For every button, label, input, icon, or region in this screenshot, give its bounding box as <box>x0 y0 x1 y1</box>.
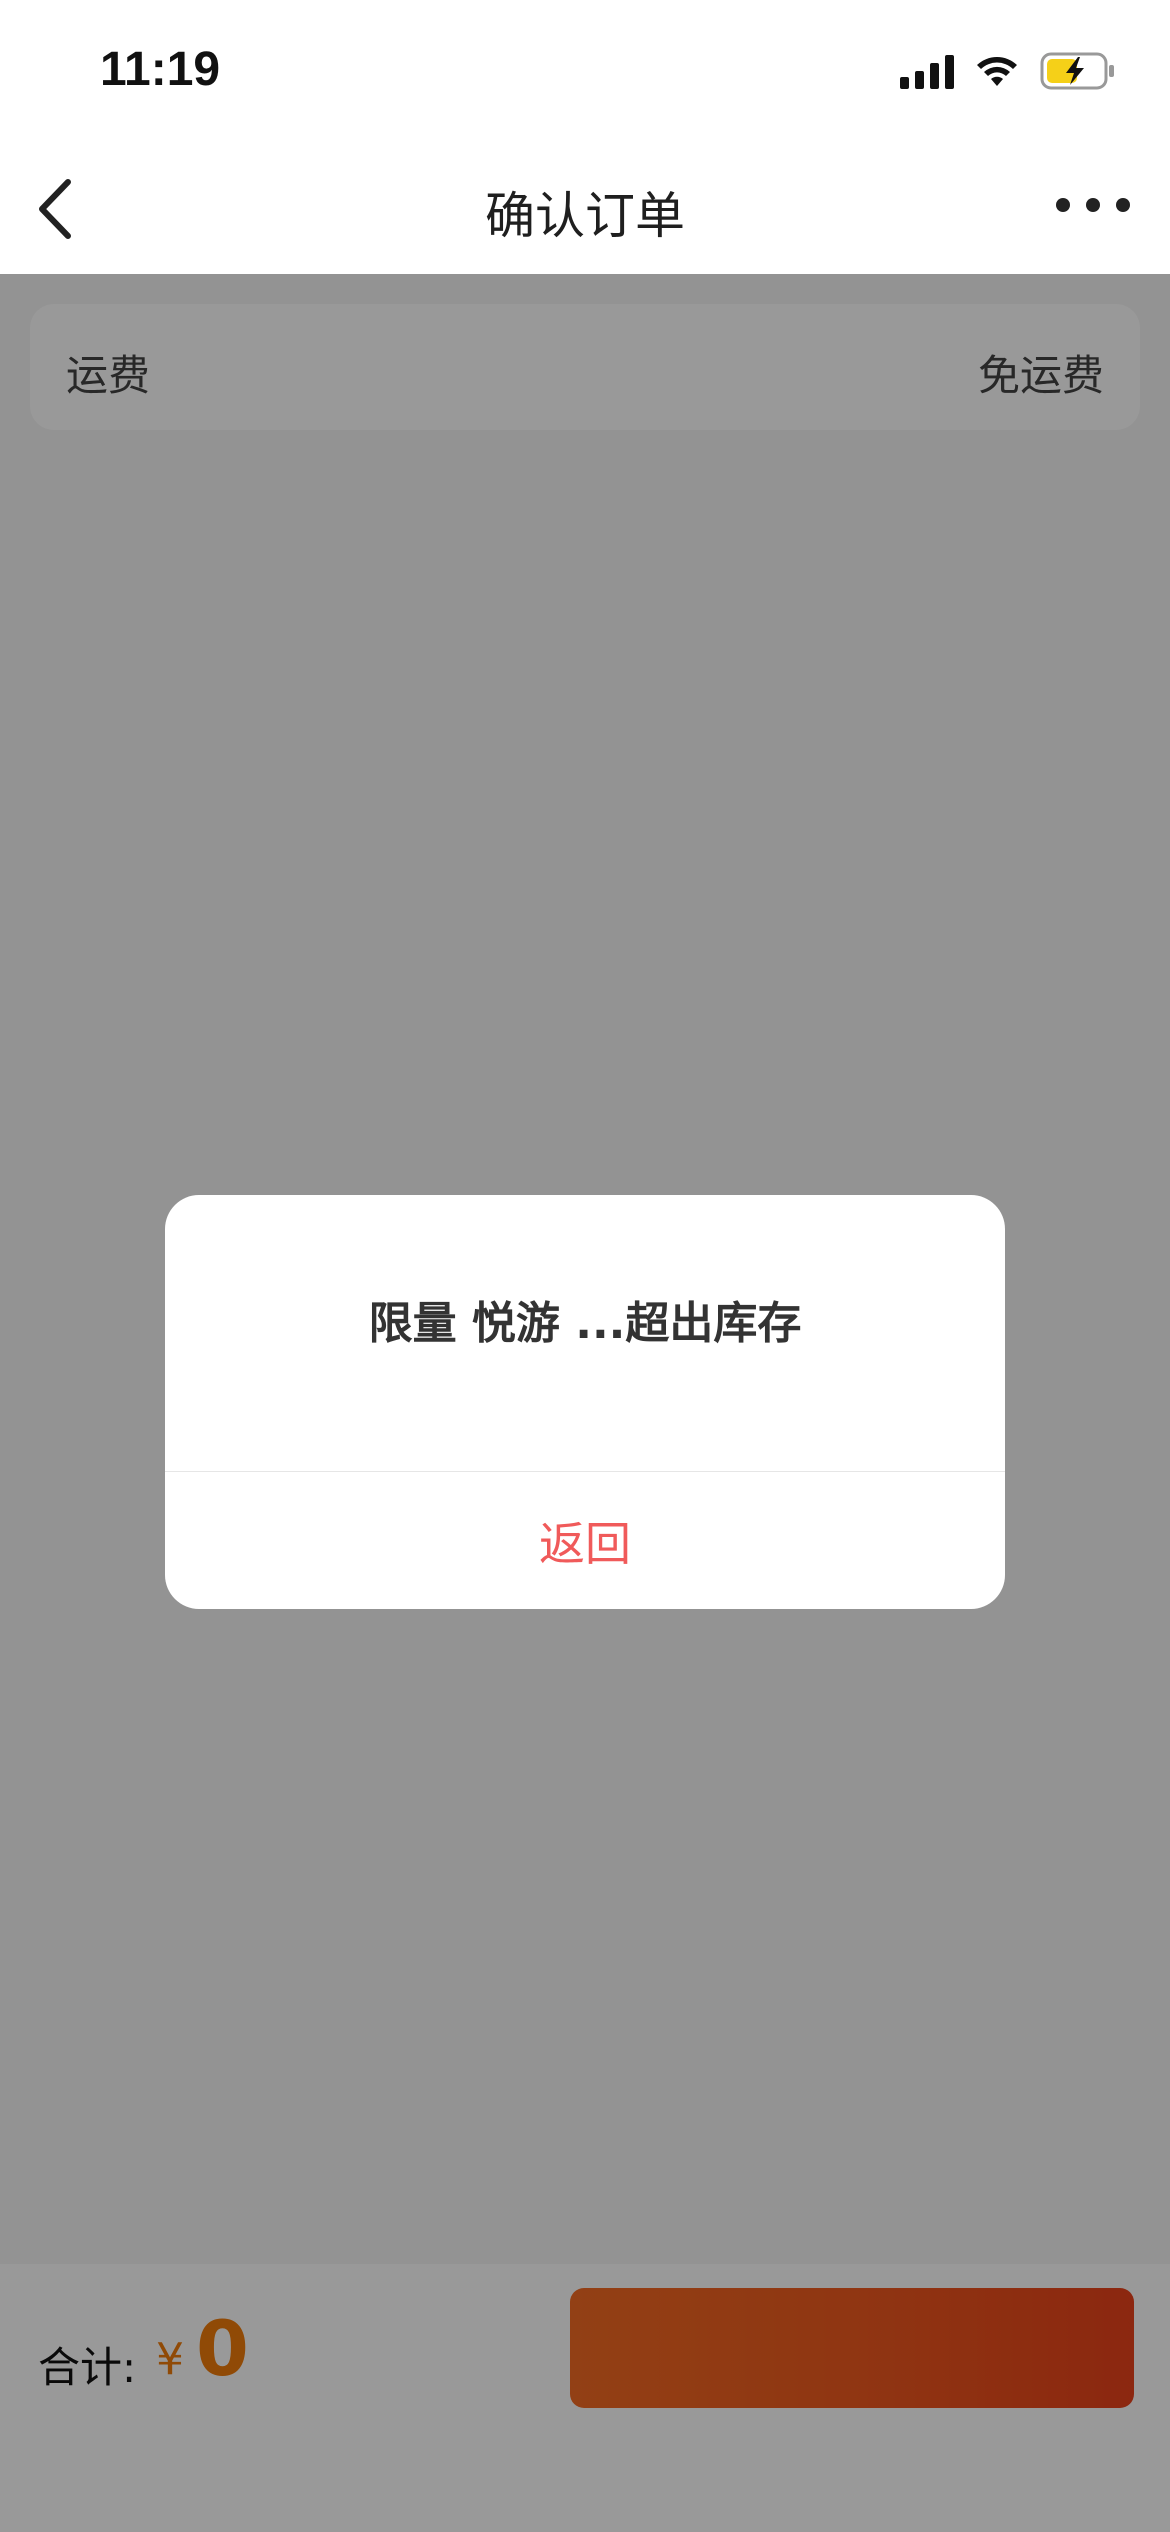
status-bar: 11:19 <box>0 0 1170 140</box>
cellular-signal-icon <box>900 53 954 89</box>
dialog-message: 限量 悦游 ...超出库存 <box>368 1298 802 1349</box>
navigation-bar: 确认订单 <box>0 140 1170 274</box>
more-options-icon[interactable] <box>1056 198 1130 212</box>
status-time: 11:19 <box>100 43 221 96</box>
out-of-stock-dialog: 限量 悦游 ...超出库存 返回 <box>165 1195 1005 1609</box>
status-icons <box>900 52 1116 90</box>
wifi-icon <box>974 54 1020 88</box>
page-title: 确认订单 <box>485 187 685 245</box>
order-confirm-page: 11:19 确认订单 运费 免运费 合计: ¥ 0 限量 悦游 ...超出库存 … <box>0 0 1170 2532</box>
return-button[interactable]: 返回 <box>165 1472 1005 1609</box>
battery-charging-icon <box>1040 52 1116 90</box>
